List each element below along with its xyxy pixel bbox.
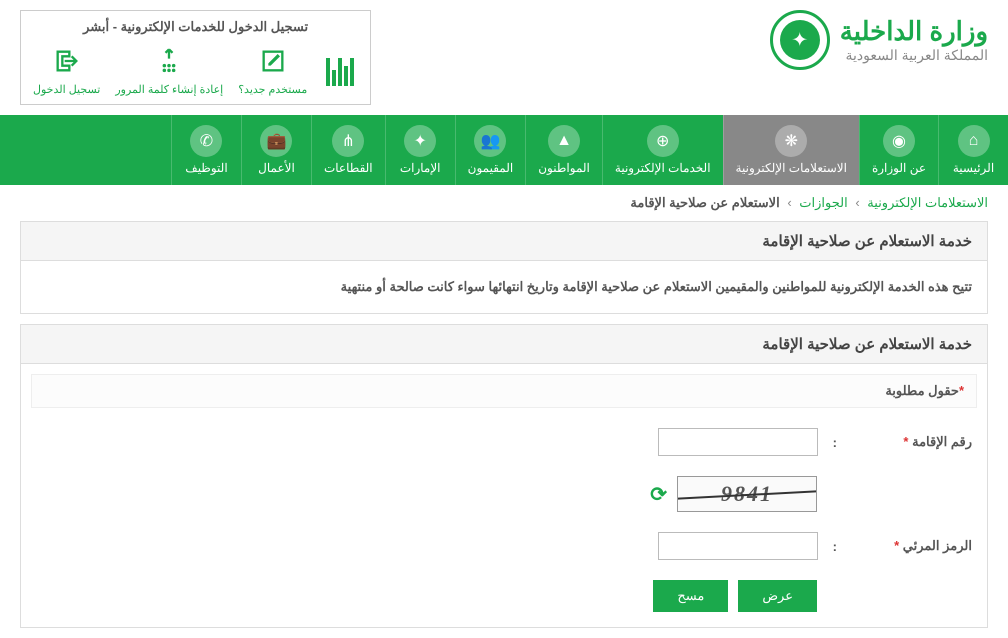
nav-label: الاستعلامات الإلكترونية <box>736 161 847 175</box>
emblem-icon: ◉ <box>883 125 915 157</box>
nav-label: المواطنون <box>538 161 590 175</box>
nav-label: القطاعات <box>324 161 373 175</box>
nav-label: الرئيسية <box>953 161 994 175</box>
nav-label: الأعمال <box>258 161 295 175</box>
reset-password-link[interactable]: إعادة إنشاء كلمة المرور <box>115 43 223 96</box>
iqama-number-label: رقم الإقامة * <box>852 434 972 450</box>
main-nav: ⌂ الرئيسية ◉ عن الوزارة ❋ الاستعلامات الإلكتر… <box>0 115 1008 185</box>
emblem-icon <box>770 10 830 70</box>
clear-button[interactable]: مسح <box>653 580 728 612</box>
login-icon <box>49 43 85 79</box>
form-title: خدمة الاستعلام عن صلاحية الإقامة <box>21 325 987 364</box>
iqama-number-input[interactable] <box>658 428 818 456</box>
login-link[interactable]: تسجيل الدخول <box>33 43 100 96</box>
nav-item-emblem[interactable]: ◉ عن الوزارة <box>859 115 938 185</box>
edit-icon <box>255 43 291 79</box>
globe-icon: ⊕ <box>647 125 679 157</box>
jobs-icon: ✆ <box>190 125 222 157</box>
touch-icon <box>151 43 187 79</box>
new-user-link[interactable]: مستخدم جديد؟ <box>238 43 307 96</box>
residents-icon: 👥 <box>474 125 506 157</box>
nav-item-home[interactable]: ⌂ الرئيسية <box>938 115 1008 185</box>
captcha-image: 9841 <box>677 476 817 512</box>
inquiry-icon: ❋ <box>775 125 807 157</box>
absher-logo-icon <box>322 50 358 90</box>
nav-item-jobs[interactable]: ✆ التوظيف <box>171 115 241 185</box>
absher-title: تسجيل الدخول للخدمات الإلكترونية - أبشر <box>33 19 358 35</box>
logo-subtitle: المملكة العربية السعودية <box>840 47 988 64</box>
nav-label: الإمارات <box>400 161 441 175</box>
nav-item-emirates[interactable]: ✦ الإمارات <box>385 115 455 185</box>
nav-item-sectors[interactable]: ⋔ القطاعات <box>311 115 385 185</box>
service-description: تتيح هذه الخدمة الإلكترونية للمواطنين وا… <box>21 261 987 313</box>
nav-label: عن الوزارة <box>872 161 926 175</box>
submit-button[interactable]: عرض <box>738 580 817 612</box>
refresh-captcha-icon[interactable]: ⟳ <box>650 482 667 507</box>
service-info-panel: خدمة الاستعلام عن صلاحية الإقامة تتيح هذ… <box>20 221 988 314</box>
nav-label: التوظيف <box>185 161 227 175</box>
nav-label: الخدمات الإلكترونية <box>615 161 711 175</box>
logo-title: وزارة الداخلية <box>840 16 988 47</box>
required-fields-note: *حقول مطلوبة <box>31 374 977 408</box>
absher-login-box: تسجيل الدخول للخدمات الإلكترونية - أبشر <box>20 10 371 105</box>
breadcrumb-current: الاستعلام عن صلاحية الإقامة <box>630 195 779 210</box>
service-title: خدمة الاستعلام عن صلاحية الإقامة <box>21 222 987 261</box>
nav-item-business[interactable]: 💼 الأعمال <box>241 115 311 185</box>
breadcrumb-link-inquiries[interactable]: الاستعلامات الإلكترونية <box>867 195 988 210</box>
home-icon: ⌂ <box>958 125 990 157</box>
nav-label: المقيمون <box>468 161 514 175</box>
nav-item-residents[interactable]: 👥 المقيمون <box>455 115 526 185</box>
inquiry-form-panel: خدمة الاستعلام عن صلاحية الإقامة *حقول م… <box>20 324 988 628</box>
business-icon: 💼 <box>260 125 292 157</box>
citizen-icon: ▲ <box>548 125 580 157</box>
emirates-icon: ✦ <box>404 125 436 157</box>
nav-item-citizen[interactable]: ▲ المواطنون <box>525 115 602 185</box>
captcha-label: الرمز المرئي * <box>852 538 972 554</box>
captcha-input[interactable] <box>658 532 818 560</box>
breadcrumb-link-passports[interactable]: الجوازات <box>799 195 847 210</box>
breadcrumb: الاستعلامات الإلكترونية › الجوازات › الا… <box>0 185 1008 221</box>
sectors-icon: ⋔ <box>332 125 364 157</box>
nav-item-inquiry[interactable]: ❋ الاستعلامات الإلكترونية <box>723 115 859 185</box>
nav-item-globe[interactable]: ⊕ الخدمات الإلكترونية <box>602 115 723 185</box>
ministry-logo: وزارة الداخلية المملكة العربية السعودية <box>770 10 988 70</box>
